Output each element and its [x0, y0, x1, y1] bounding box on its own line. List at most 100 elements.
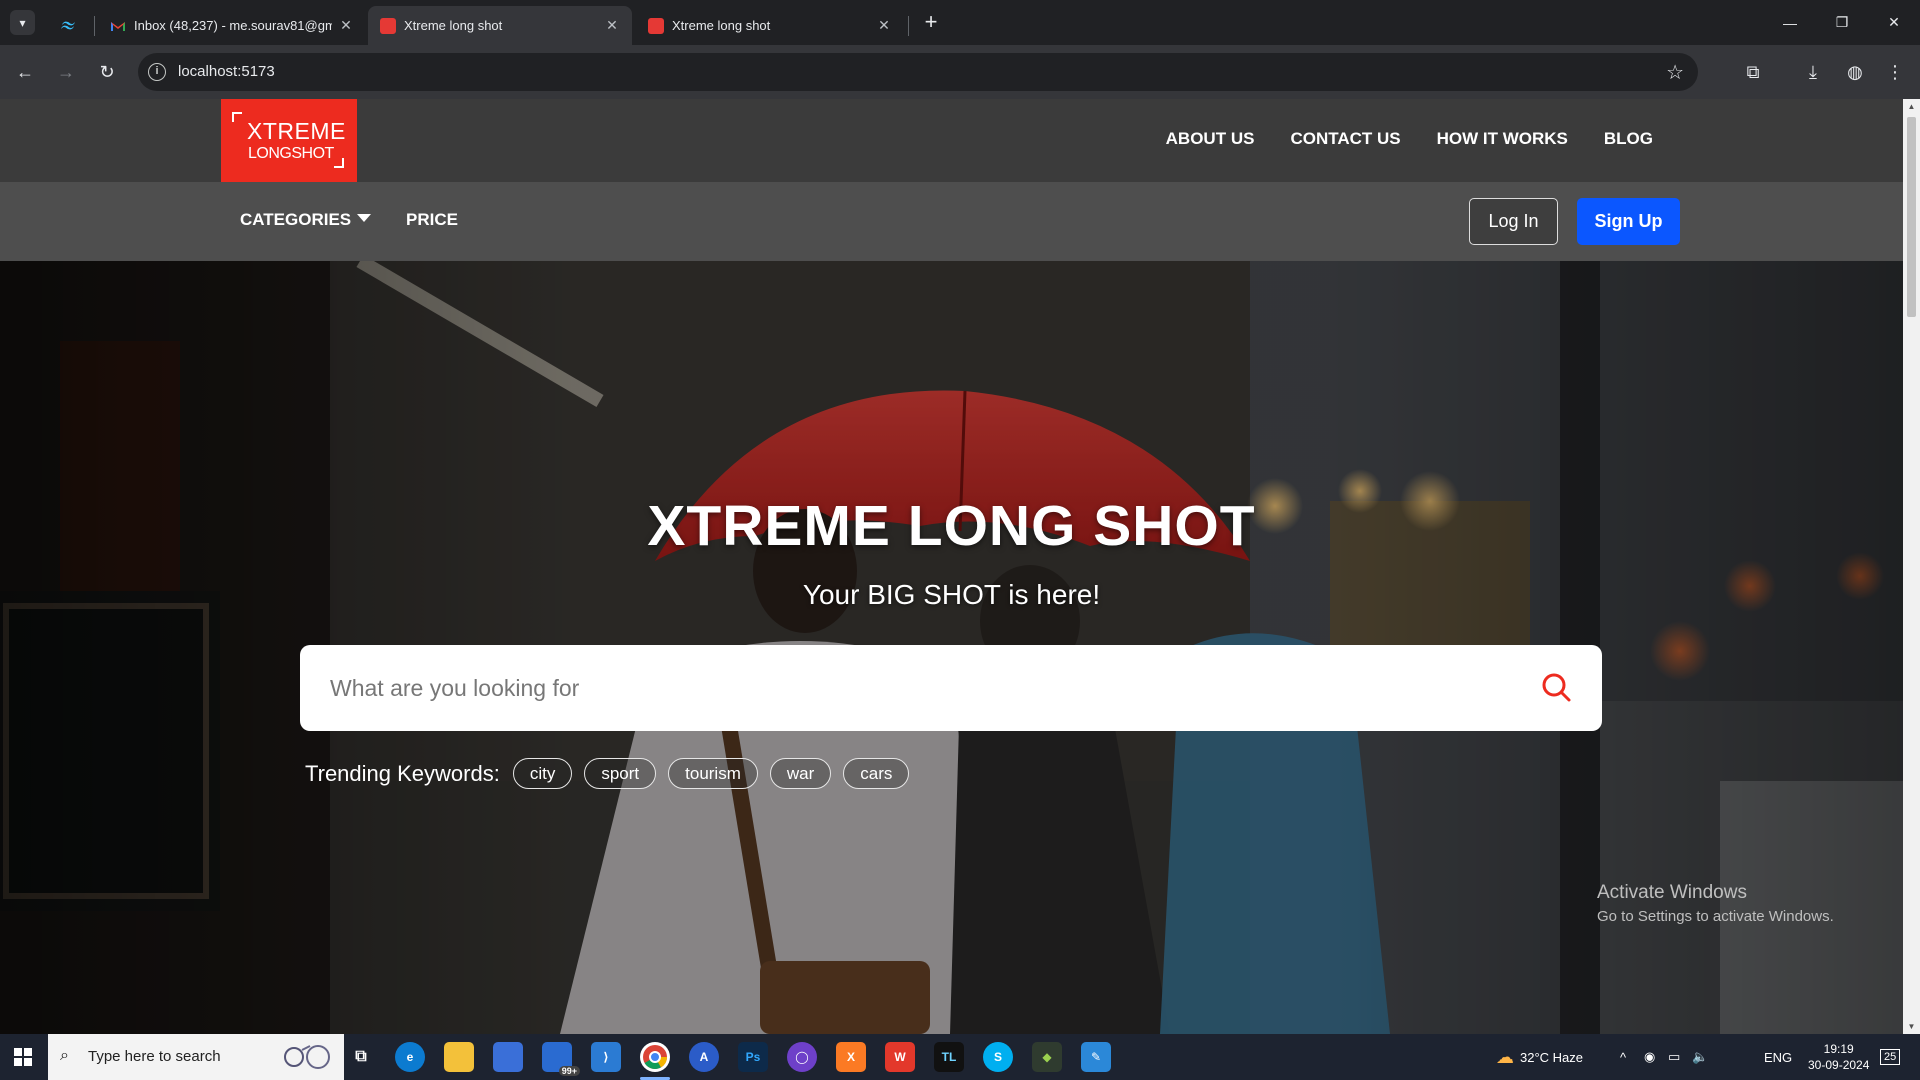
clock-date: 30-09-2024 [1808, 1058, 1870, 1072]
search-icon[interactable] [1540, 671, 1572, 703]
restore-icon[interactable]: ❐ [1816, 0, 1868, 45]
tlauncher-icon[interactable]: TL [934, 1042, 964, 1072]
browser-toolbar: ← → ↻ i localhost:5173 ☆ ⧉ ⤓ ◍ ⋮ [0, 45, 1920, 99]
logo-line2: LONGSHOT [248, 145, 334, 162]
sourcetree-icon[interactable]: ◆ [1032, 1042, 1062, 1072]
photoshop-icon[interactable]: Ps [738, 1042, 768, 1072]
weather-text: 32°C Haze [1520, 1049, 1584, 1065]
xampp-icon[interactable]: X [836, 1042, 866, 1072]
keyword-chip-war[interactable]: war [769, 758, 832, 789]
site-favicon [380, 17, 396, 34]
site-header: XTREME LONGSHOT ABOUT US CONTACT US HOW … [0, 99, 1903, 182]
tailwind-icon [61, 21, 75, 29]
keyword-chip-cars[interactable]: cars [843, 758, 910, 789]
back-icon[interactable]: ← [11, 58, 39, 86]
tab-search-button[interactable]: ▾ [10, 10, 35, 35]
notification-center-icon[interactable]: 25 [1880, 1034, 1901, 1080]
page-scrollbar[interactable]: ▲ ▼ [1903, 99, 1920, 1034]
paint-icon[interactable]: ✎ [1081, 1042, 1111, 1072]
reload-icon[interactable]: ↻ [93, 58, 121, 86]
search-input[interactable] [330, 665, 1480, 711]
file-explorer-icon[interactable] [444, 1042, 474, 1072]
skype-icon[interactable]: S [983, 1042, 1013, 1072]
close-window-icon[interactable]: ✕ [1868, 0, 1920, 45]
logo-corner [334, 158, 344, 168]
new-tab-button[interactable]: + [918, 10, 944, 36]
nav-contact-us[interactable]: CONTACT US [1290, 129, 1400, 149]
clock[interactable]: 19:19 30-09-2024 [1808, 1034, 1869, 1080]
tab-pinned[interactable] [48, 6, 90, 45]
tab-active[interactable]: Xtreme long shot ✕ [368, 6, 632, 45]
speaker-icon[interactable]: 🔈 [1692, 1034, 1708, 1080]
site-info-icon[interactable]: i [148, 63, 166, 81]
nav-price[interactable]: PRICE [406, 210, 458, 230]
keyword-chip-city[interactable]: city [512, 758, 573, 789]
menu-kebab-icon[interactable]: ⋮ [1881, 58, 1909, 86]
close-tab-icon[interactable]: ✕ [876, 17, 892, 34]
close-tab-icon[interactable]: ✕ [604, 17, 620, 34]
windows-taskbar: ⌕ Type here to search ⧉ e 99+ ⟩ A Ps ◯ X… [0, 1034, 1920, 1080]
browser-tab-bar: ▾ Inbox (48,237) - me.sourav81@gm ✕ Xtre… [0, 0, 1920, 45]
signup-button[interactable]: Sign Up [1577, 198, 1680, 245]
forward-icon[interactable]: → [52, 58, 80, 86]
address-bar[interactable]: i localhost:5173 ☆ [138, 53, 1698, 91]
mail-icon[interactable]: 99+ [542, 1042, 580, 1076]
login-button[interactable]: Log In [1469, 198, 1558, 245]
download-icon[interactable]: ⤓ [1799, 58, 1827, 86]
windows-activation-watermark: Activate Windows Go to Settings to activ… [1597, 882, 1834, 925]
github-icon[interactable]: ◯ [787, 1042, 817, 1072]
site-favicon [648, 17, 664, 34]
show-hidden-icons[interactable]: ^ [1620, 1034, 1626, 1080]
extensions-icon[interactable]: ⧉ [1739, 58, 1767, 86]
close-tab-icon[interactable]: ✕ [338, 17, 354, 34]
keyword-chip-tourism[interactable]: tourism [668, 758, 758, 789]
top-links: ABOUT US CONTACT US HOW IT WORKS BLOG [1166, 129, 1653, 149]
tab-title: Xtreme long shot [404, 18, 503, 33]
search-icon: ⌕ [60, 1047, 69, 1064]
search-box [300, 645, 1602, 731]
profile-icon[interactable]: ◍ [1841, 58, 1869, 86]
wps-icon[interactable]: W [885, 1042, 915, 1072]
tab-gmail[interactable]: Inbox (48,237) - me.sourav81@gm ✕ [98, 6, 366, 45]
language-indicator[interactable]: ENG [1764, 1034, 1792, 1080]
categories-dropdown[interactable]: CATEGORIES [240, 210, 372, 230]
vscode-icon[interactable]: ⟩ [591, 1042, 621, 1072]
watermark-subtitle: Go to Settings to activate Windows. [1597, 908, 1834, 925]
logo-line1: XTREME [247, 118, 346, 144]
caret-down-icon [357, 214, 372, 222]
battery-icon[interactable]: ▭ [1668, 1034, 1680, 1080]
task-view-icon[interactable]: ⧉ [346, 1042, 376, 1072]
watermark-title: Activate Windows [1597, 882, 1747, 903]
taskbar-search-box[interactable]: ⌕ Type here to search [48, 1034, 344, 1080]
minimize-icon[interactable]: — [1764, 0, 1816, 45]
site-logo[interactable]: XTREME LONGSHOT [221, 99, 357, 182]
logo-corner [232, 112, 242, 122]
keyword-chip-sport[interactable]: sport [584, 758, 657, 789]
app-store-icon[interactable]: A [689, 1042, 719, 1072]
chrome-logo-icon [643, 1045, 667, 1070]
scroll-up-arrow-icon[interactable]: ▲ [1907, 102, 1916, 111]
tab-xtreme[interactable]: Xtreme long shot ✕ [636, 6, 904, 45]
nav-blog[interactable]: BLOG [1604, 129, 1653, 149]
scroll-thumb[interactable] [1907, 117, 1916, 317]
weather-widget[interactable]: ☁ 32°C Haze [1496, 1034, 1583, 1080]
chrome-icon[interactable] [640, 1042, 670, 1072]
url-text[interactable]: localhost:5173 [178, 63, 275, 80]
notification-count: 25 [1880, 1049, 1901, 1065]
page-viewport: XTREME LONGSHOT ABOUT US CONTACT US HOW … [0, 99, 1903, 1034]
mail-badge: 99+ [558, 1066, 580, 1076]
sub-navigation: CATEGORIES PRICE Log In Sign Up [0, 182, 1903, 261]
network-icon[interactable]: ◉ [1644, 1034, 1655, 1080]
nav-how-it-works[interactable]: HOW IT WORKS [1437, 129, 1568, 149]
edge-icon[interactable]: e [395, 1042, 425, 1072]
nav-about-us[interactable]: ABOUT US [1166, 129, 1255, 149]
tab-separator [94, 16, 95, 36]
search-highlight-icon [284, 1045, 330, 1069]
tab-separator [908, 16, 909, 36]
clock-time: 19:19 [1823, 1042, 1854, 1056]
windows-start-button[interactable] [0, 1034, 46, 1080]
scroll-down-arrow-icon[interactable]: ▼ [1907, 1022, 1916, 1031]
store-icon[interactable] [493, 1042, 523, 1072]
hero-title: XTREME LONG SHOT [647, 494, 1256, 558]
bookmark-star-icon[interactable]: ☆ [1666, 60, 1684, 85]
